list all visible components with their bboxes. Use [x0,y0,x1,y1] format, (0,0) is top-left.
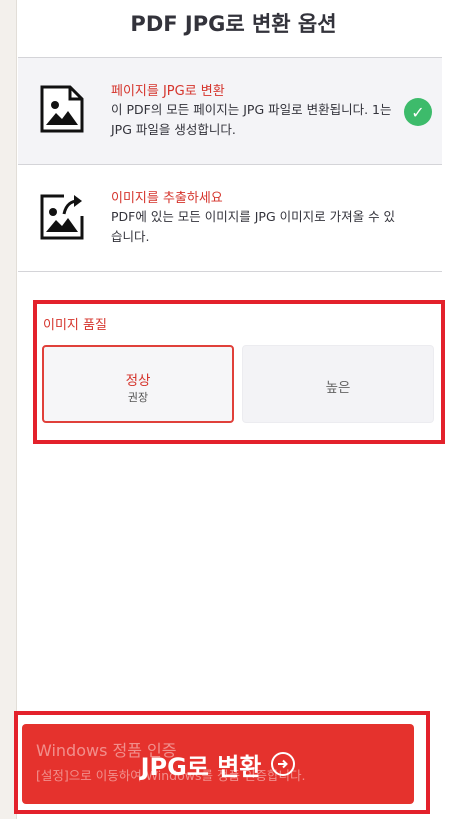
panel-title: PDF JPG로 변환 옵션 [130,12,337,36]
options-panel: PDF JPG로 변환 옵션 페이지를 JPG로 변환 이 PDF의 모든 페이… [18,0,449,819]
option-description: PDF에 있는 모든 이미지를 JPG 이미지로 가져올 수 있습니다. [111,209,396,244]
quality-high-button[interactable]: 높은 [242,345,434,423]
left-edge-strip [0,0,17,819]
checkmark-icon: ✓ [404,98,432,126]
quality-label: 이미지 품질 [43,318,107,333]
arrow-right-circle-icon [271,752,296,776]
quality-normal-button[interactable]: 정상 권장 [42,345,234,423]
option-extract-images[interactable]: 이미지를 추출하세요 PDF에 있는 모든 이미지를 JPG 이미지로 가져올 … [18,164,442,272]
quality-normal-sublabel: 권장 [127,391,149,404]
image-export-icon [40,194,84,240]
image-quality-section: 이미지 품질 정상 권장 높은 [33,300,445,444]
convert-button-frame: JPG로 변환 [14,711,430,814]
quality-high-label: 높은 [325,380,351,396]
option-title: 페이지를 JPG로 변환 [111,84,225,99]
image-page-icon [40,85,84,133]
option-description: 이 PDF의 모든 페이지는 JPG 파일로 변환됩니다. 1는 JPG 파일을… [111,102,392,137]
option-title: 이미지를 추출하세요 [111,191,223,206]
convert-to-jpg-button[interactable]: JPG로 변환 [22,724,414,804]
quality-normal-label: 정상 [125,373,151,389]
convert-label: JPG로 변환 [140,752,262,781]
option-page-to-jpg[interactable]: 페이지를 JPG로 변환 이 PDF의 모든 페이지는 JPG 파일로 변환됩니… [18,57,442,165]
